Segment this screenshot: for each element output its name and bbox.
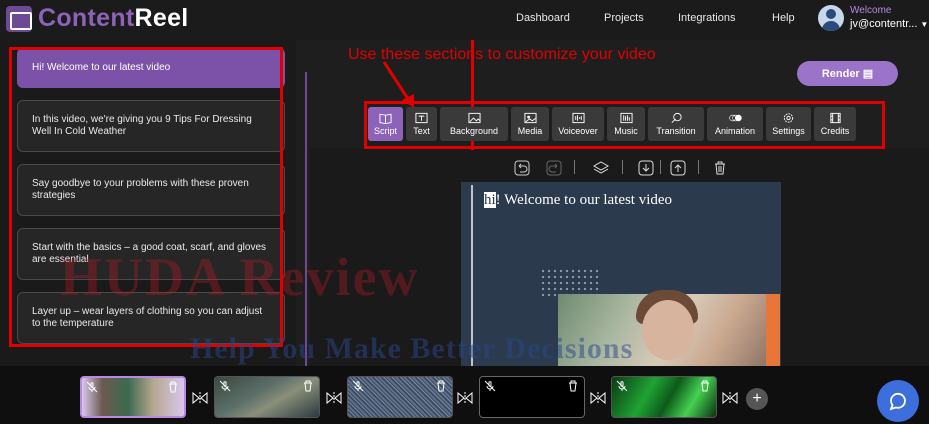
nav-help[interactable]: Help <box>772 12 795 24</box>
film-icon: ▤ <box>862 68 874 80</box>
render-button[interactable]: Render ▤ <box>797 61 898 86</box>
trash-icon[interactable] <box>699 380 711 392</box>
preview-title[interactable]: hi! Welcome to our latest video <box>484 192 672 209</box>
transition-marker-icon[interactable] <box>325 392 343 404</box>
mute-icon[interactable] <box>616 380 628 392</box>
toolbar-separator <box>698 160 699 174</box>
logo-icon <box>6 5 32 32</box>
move-up-icon[interactable] <box>670 160 686 176</box>
watermark-logo: HUDA Review <box>60 247 420 307</box>
layers-icon[interactable] <box>592 160 610 176</box>
transition-marker-icon[interactable] <box>721 392 739 404</box>
avatar <box>818 5 844 31</box>
mute-icon[interactable] <box>219 380 231 392</box>
trash-icon[interactable] <box>302 380 314 392</box>
trash-icon[interactable] <box>712 160 728 176</box>
welcome-label: Welcome <box>850 5 892 16</box>
timeline-clip[interactable] <box>479 376 585 418</box>
timeline-clip[interactable] <box>80 376 186 418</box>
move-down-icon[interactable] <box>638 160 654 176</box>
trash-icon[interactable] <box>435 380 447 392</box>
chevron-down-icon: ▼ <box>920 20 929 29</box>
mute-icon[interactable] <box>484 380 496 392</box>
redo-icon[interactable] <box>546 160 562 176</box>
timeline-clip[interactable] <box>214 376 320 418</box>
plus-icon: + <box>752 390 762 407</box>
toolbar-separator <box>574 160 575 174</box>
orange-accent-bar <box>766 294 780 366</box>
mute-icon[interactable] <box>352 380 364 392</box>
nav-integrations[interactable]: Integrations <box>678 12 735 24</box>
trash-icon[interactable] <box>167 381 179 393</box>
nav-dashboard[interactable]: Dashboard <box>516 12 570 24</box>
logo-text: ContentReel <box>38 4 189 32</box>
chat-bubble-icon <box>889 392 906 411</box>
chat-support-button[interactable] <box>877 380 919 422</box>
app-logo[interactable]: ContentReel <box>6 4 189 33</box>
toolbar-separator <box>622 160 623 174</box>
user-menu[interactable]: Welcome jv@contentr... ▼ <box>818 5 928 31</box>
watermark-tagline: Help You Make Better Decisions <box>190 332 634 365</box>
transition-marker-icon[interactable] <box>191 392 209 404</box>
undo-icon[interactable] <box>514 160 530 176</box>
top-navbar: ContentReel Dashboard Projects Integrati… <box>0 0 929 40</box>
add-scene-button[interactable]: + <box>746 388 768 410</box>
mute-icon[interactable] <box>86 381 98 393</box>
preview-photo-face <box>642 300 694 360</box>
timeline-clip[interactable] <box>611 376 717 418</box>
panel-divider[interactable] <box>305 72 307 366</box>
toolbar-separator <box>660 160 661 174</box>
user-email: jv@contentr... <box>850 18 918 30</box>
transition-marker-icon[interactable] <box>456 392 474 404</box>
timeline-clip[interactable] <box>347 376 453 418</box>
trash-icon[interactable] <box>567 380 579 392</box>
transition-marker-icon[interactable] <box>589 392 607 404</box>
highlight-box-toolbar <box>364 101 885 149</box>
nav-projects[interactable]: Projects <box>604 12 644 24</box>
